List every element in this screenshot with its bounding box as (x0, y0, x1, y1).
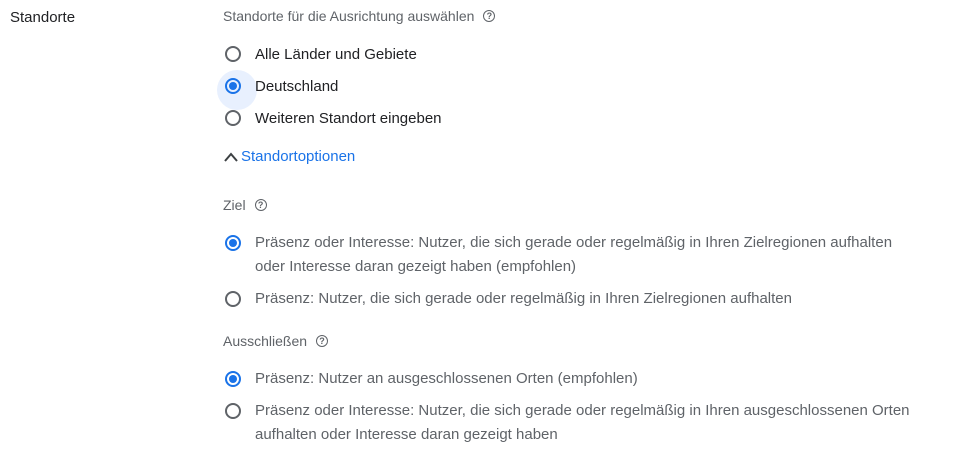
radio-button-checked[interactable] (217, 70, 257, 110)
radio-button-unchecked[interactable] (225, 110, 241, 126)
location-options-label: Standortoptionen (241, 148, 356, 165)
radio-all-countries[interactable]: Alle Länder und Gebiete (223, 45, 417, 64)
radio-exclude-presence-interest[interactable]: Präsenz oder Interesse: Nutzer, die sich… (223, 402, 951, 447)
radio-label: Präsenz: Nutzer an ausgeschlossenen Orte… (255, 370, 638, 387)
exclude-heading-text: Ausschließen (223, 333, 308, 349)
help-icon[interactable]: ? (483, 10, 496, 22)
radio-button-checked[interactable] (225, 371, 241, 387)
radio-target-presence-interest[interactable]: Präsenz oder Interesse: Nutzer, die sich… (223, 234, 913, 279)
radio-button-checked[interactable] (225, 235, 241, 251)
radio-germany[interactable]: Deutschland (217, 70, 339, 110)
exclude-heading: Ausschließen ? (223, 333, 329, 349)
chevron-up-icon (224, 151, 238, 162)
radio-exclude-presence[interactable]: Präsenz: Nutzer an ausgeschlossenen Orte… (223, 370, 638, 391)
location-options-toggle[interactable]: Standortoptionen (223, 148, 355, 165)
radio-label: Präsenz oder Interesse: Nutzer, die sich… (255, 402, 910, 443)
radio-button-unchecked[interactable] (225, 46, 241, 62)
section-label: Standorte (10, 9, 76, 26)
locations-heading: Standorte für die Ausrichtung auswählen … (223, 8, 496, 24)
radio-target-presence[interactable]: Präsenz: Nutzer, die sich gerade oder re… (223, 290, 792, 311)
radio-other-location[interactable]: Weiteren Standort eingeben (223, 109, 442, 128)
help-icon[interactable]: ? (316, 335, 329, 347)
focus-halo (217, 70, 257, 110)
radio-label: Alle Länder und Gebiete (255, 46, 417, 63)
target-heading-text: Ziel (223, 197, 246, 213)
target-heading: Ziel ? (223, 197, 267, 213)
radio-button-unchecked[interactable] (225, 291, 241, 307)
radio-label: Deutschland (255, 78, 339, 95)
radio-label: Weiteren Standort eingeben (255, 110, 442, 127)
radio-label: Präsenz: Nutzer, die sich gerade oder re… (255, 290, 792, 307)
locations-heading-text: Standorte für die Ausrichtung auswählen (223, 8, 475, 24)
help-icon[interactable]: ? (254, 199, 267, 211)
radio-label: Präsenz oder Interesse: Nutzer, die sich… (255, 234, 893, 275)
radio-button-unchecked[interactable] (225, 403, 241, 419)
